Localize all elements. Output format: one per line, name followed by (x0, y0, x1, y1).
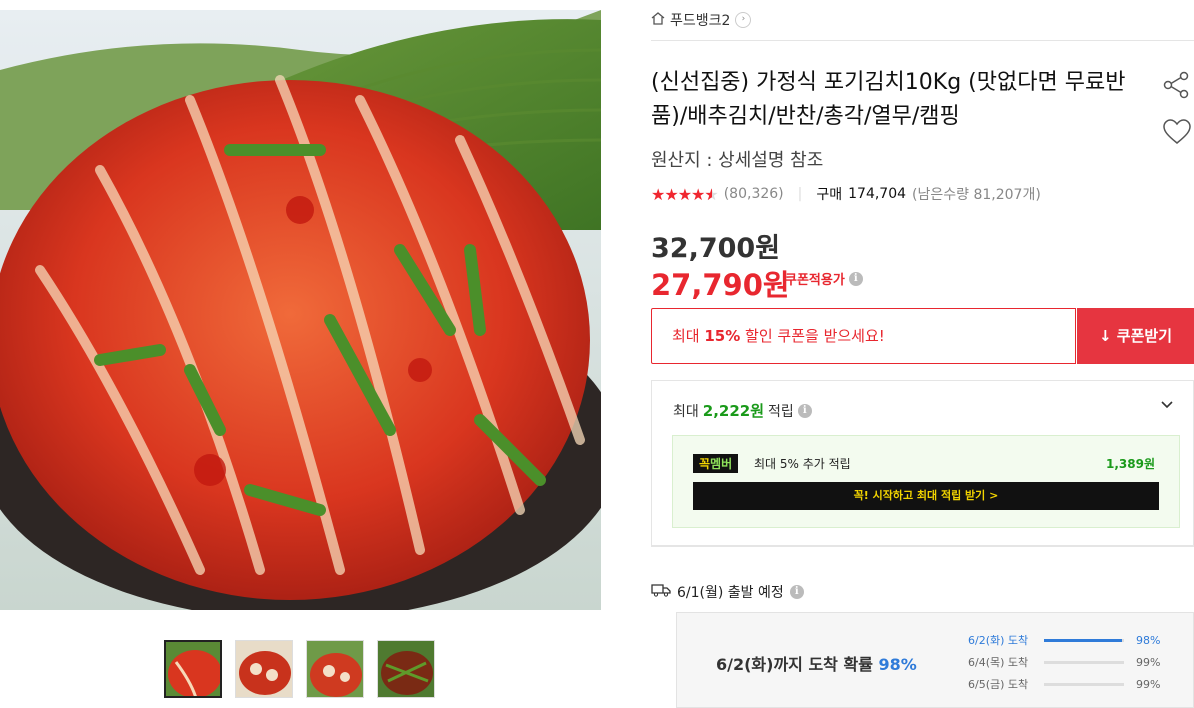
coupon-button-label: 쿠폰받기 (1116, 327, 1172, 345)
arrival-headline: 6/2(화)까지 도착 확률 98% (716, 651, 917, 675)
coupon-prefix: 최대 (672, 327, 705, 345)
member-start-button[interactable]: 꼭! 시작하고 최대 적립 받기 > (693, 482, 1159, 510)
share-icon (1163, 71, 1189, 99)
stock-count: (남은수량 81,207개) (912, 187, 1041, 203)
member-badge: 꼭멤버 (693, 454, 739, 473)
member-reward-amount: 1,389원 (1106, 457, 1155, 471)
store-name: 푸드뱅크2 (670, 13, 731, 29)
reward-summary[interactable]: 최대 2,222원 적립 i (673, 400, 812, 421)
member-badge-member: 멤버 (710, 457, 733, 471)
member-reward-text: 최대 5% 추가 적립 (754, 457, 851, 471)
member-badge-kkok: 꼭 (699, 457, 711, 471)
arrival-bar-fill (1044, 638, 1123, 642)
thumbnail-1[interactable] (164, 640, 222, 698)
arrival-pct: 98% (1136, 633, 1161, 647)
arrival-bar-fill (1044, 682, 1124, 686)
shipping-date: 6/1(월) 출발 예정 (677, 585, 784, 601)
arrival-row: 6/2(화) 도착 98% (968, 632, 1160, 648)
star-rating-icon[interactable]: ★★★★★ ★ (651, 185, 719, 204)
coupon-download-button[interactable]: ↓ 쿠폰받기 (1077, 308, 1194, 364)
arrival-bar (1044, 682, 1124, 686)
arrival-headline-pct: 98% (878, 655, 917, 674)
coupon-discount: 15% (704, 327, 741, 345)
rating-row: ★★★★★ ★ (80,326) | 구매 174,704 (남은수량 81,20… (651, 184, 1041, 204)
arrival-row: 6/4(목) 도착 99% (968, 654, 1160, 670)
arrival-pct: 99% (1136, 677, 1161, 691)
info-icon[interactable]: i (797, 403, 812, 418)
info-icon[interactable]: i (848, 271, 863, 286)
arrival-bar (1044, 638, 1124, 642)
arrival-bar (1044, 660, 1124, 664)
coupon-suffix: 할인 쿠폰을 받으세요! (740, 327, 885, 345)
product-main-image (0, 10, 601, 610)
thumbnail-3[interactable] (306, 640, 364, 698)
arrival-bar-fill (1044, 660, 1124, 664)
thumbnail-2[interactable] (235, 640, 293, 698)
reward-amount: 2,222원 (702, 402, 765, 420)
original-price: 32,700원 (651, 233, 781, 264)
separator: | (797, 186, 803, 202)
share-button[interactable] (1162, 70, 1192, 104)
coupon-banner[interactable]: 최대 15% 할인 쿠폰을 받으세요! (651, 308, 1076, 364)
store-link[interactable]: 푸드뱅크2 › (651, 10, 752, 30)
purchase-count: 174,704 (848, 186, 907, 202)
arrival-date: 6/2(화) 도착 (968, 634, 1029, 647)
arrival-pct: 99% (1136, 655, 1161, 669)
shipping-info: 6/1(월) 출발 예정 i (651, 582, 804, 602)
arrival-date: 6/5(금) 도착 (968, 678, 1029, 691)
chevron-down-icon[interactable] (1160, 398, 1174, 414)
review-count[interactable]: (80,326) (724, 186, 784, 202)
wishlist-button[interactable] (1162, 118, 1192, 150)
arrival-headline-text: 6/2(화)까지 도착 확률 (716, 655, 873, 674)
purchase-label: 구매 (816, 187, 843, 203)
info-icon[interactable]: i (789, 585, 804, 599)
reward-prefix: 최대 (673, 403, 699, 420)
coupon-price-tag: 쿠폰적용가 i (785, 269, 863, 288)
sale-price: 27,790원 (651, 268, 790, 302)
arrival-date: 6/4(목) 도착 (968, 656, 1029, 669)
download-icon: ↓ (1098, 327, 1112, 345)
home-icon (651, 11, 665, 29)
divider (651, 40, 1194, 41)
thumbnail-4[interactable] (377, 640, 435, 698)
coupon-price-label: 쿠폰적용가 (785, 273, 845, 288)
truck-icon (651, 583, 671, 601)
arrival-row: 6/5(금) 도착 99% (968, 676, 1160, 692)
divider (651, 546, 1194, 547)
reward-suffix: 적립 (768, 403, 794, 420)
product-origin: 원산지 : 상세설명 참조 (651, 150, 824, 171)
chevron-right-icon: › (735, 12, 752, 28)
heart-icon (1163, 119, 1191, 144)
product-title: (신선집중) 가정식 포기김치10Kg (맛없다면 무료반품)/배추김치/반찬/… (651, 70, 1126, 129)
